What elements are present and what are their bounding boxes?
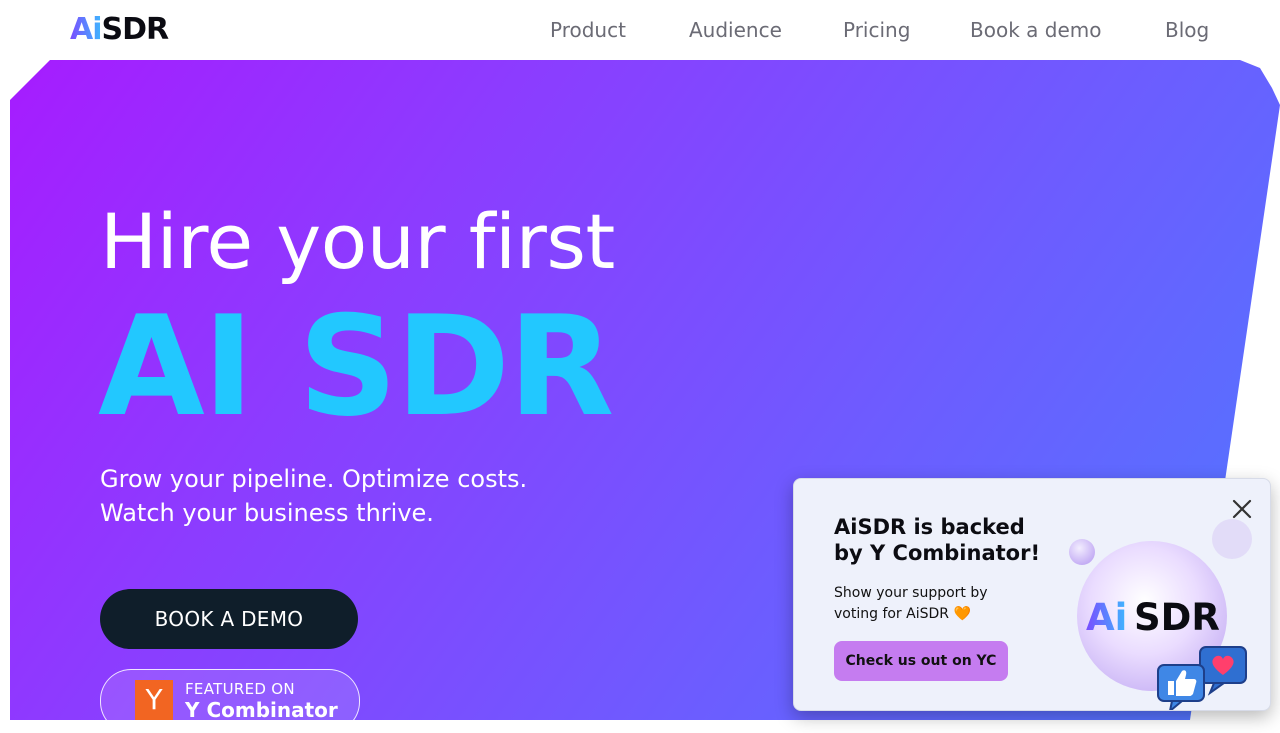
yc-logo-icon: Y — [135, 680, 173, 720]
nav-book-demo[interactable]: Book a demo — [970, 16, 1101, 44]
featured-on-yc-badge[interactable]: Y FEATURED ON Y Combinator — [100, 669, 360, 733]
illustration-logo-ai: Ai — [1086, 596, 1127, 639]
popup-illustration: Ai SDR — [1069, 519, 1252, 710]
popup-title: AiSDR is backed by Y Combinator! — [834, 515, 1041, 565]
yc-support-popup: AiSDR is backed by Y Combinator! Show yo… — [793, 478, 1271, 711]
check-us-out-button[interactable]: Check us out on YC — [834, 641, 1008, 681]
heart-bubble-icon — [1199, 646, 1247, 696]
hero-subtitle-line-1: Grow your pipeline. Optimize costs. — [100, 465, 528, 493]
small-orb-icon — [1069, 539, 1095, 565]
close-icon[interactable] — [1228, 495, 1256, 523]
site-header: AiSDR Product Audience Pricing Book a de… — [0, 0, 1280, 60]
faded-orb-icon — [1212, 519, 1252, 559]
book-demo-button[interactable]: BOOK A DEMO — [100, 589, 358, 649]
main-nav: Product Audience Pricing Book a demo Blo… — [0, 16, 1280, 46]
hero-subtitle: Grow your pipeline. Optimize costs. Watc… — [100, 462, 527, 530]
nav-pricing[interactable]: Pricing — [843, 16, 910, 44]
yc-badge-name: Y Combinator — [185, 698, 338, 722]
nav-audience[interactable]: Audience — [689, 16, 782, 44]
nav-product[interactable]: Product — [550, 16, 626, 44]
illustration-logo-sdr: SDR — [1134, 596, 1220, 639]
hero-title: Hire your first — [100, 197, 615, 286]
hero-title-highlight: AI SDR — [98, 286, 614, 447]
thumbs-up-bubble-icon — [1157, 664, 1205, 710]
popup-text: Show your support by voting for AiSDR 🧡 — [834, 585, 988, 622]
nav-blog[interactable]: Blog — [1165, 16, 1209, 44]
hero-subtitle-line-2: Watch your business thrive. — [100, 499, 434, 527]
yc-badge-caption: FEATURED ON — [185, 680, 295, 698]
